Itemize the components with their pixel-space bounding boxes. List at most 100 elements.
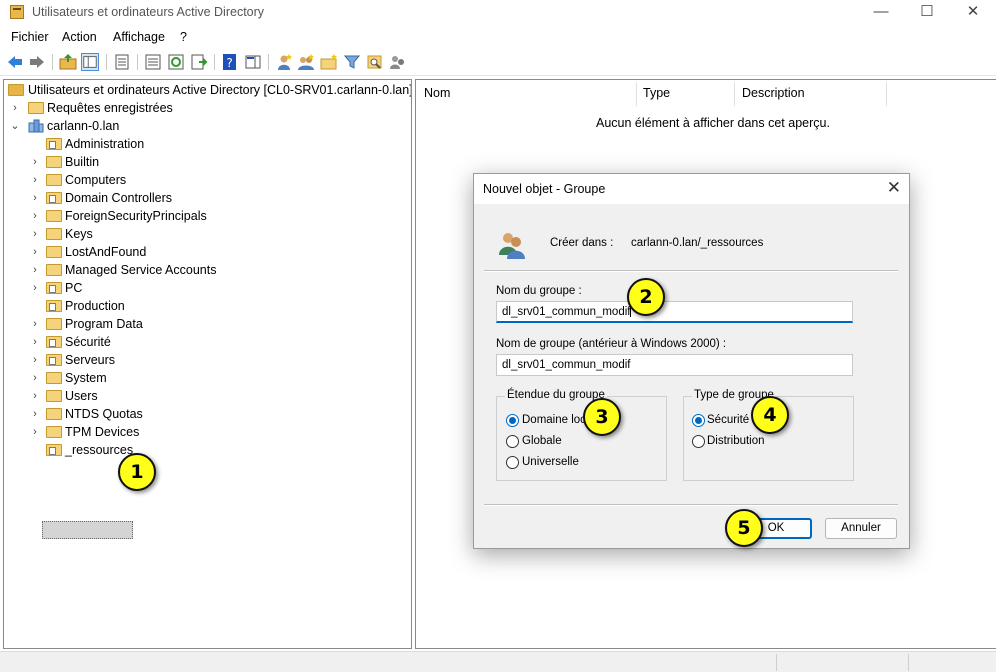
chevron-right-icon[interactable]: › xyxy=(30,333,40,351)
chevron-right-icon[interactable]: › xyxy=(30,189,40,207)
chevron-right-icon[interactable]: › xyxy=(30,351,40,369)
refresh-icon[interactable] xyxy=(167,53,185,71)
pre2000-name-label: Nom de groupe (antérieur à Windows 2000)… xyxy=(496,338,727,350)
chevron-right-icon[interactable]: › xyxy=(30,315,40,333)
tree-item-saved-queries[interactable]: › Requêtes enregistrées xyxy=(8,99,308,117)
folder-icon xyxy=(46,246,62,258)
new-ou-icon[interactable] xyxy=(320,53,338,71)
ou-folder-icon xyxy=(46,300,62,312)
chevron-right-icon[interactable]: › xyxy=(30,153,40,171)
menu-fichier[interactable]: Fichier xyxy=(11,30,49,44)
group-scope-title: Étendue du groupe xyxy=(505,389,607,401)
scope-global-radio[interactable] xyxy=(506,435,519,448)
tree-item-label: Serveurs xyxy=(65,353,116,367)
tree-item-ntds-quotas[interactable]: › NTDS Quotas xyxy=(28,405,328,423)
group-name-value: dl_srv01_commun_modif xyxy=(502,306,631,318)
tree-item-label: Domain Controllers xyxy=(65,191,172,205)
tree-item-builtin[interactable]: › Builtin xyxy=(28,153,328,171)
tree-item-domain-controllers[interactable]: › Domain Controllers xyxy=(28,189,328,207)
filter-icon[interactable] xyxy=(343,53,361,71)
tree-item-domain[interactable]: ⌄ carlann-0.lan xyxy=(8,117,308,135)
dialog-body: Créer dans : carlann-0.lan/_ressources N… xyxy=(474,204,909,548)
tree-item-tpm-devices[interactable]: › TPM Devices xyxy=(28,423,328,441)
type-security-label[interactable]: Sécurité xyxy=(707,414,749,426)
tree-item-computers[interactable]: › Computers xyxy=(28,171,328,189)
new-group-icon[interactable] xyxy=(297,53,315,71)
column-header-nom[interactable]: Nom xyxy=(424,84,450,106)
tree-item-ressources[interactable]: _ressources xyxy=(28,441,328,459)
tree-item-production[interactable]: Production xyxy=(28,297,328,315)
help-icon[interactable]: ? xyxy=(221,53,239,71)
up-folder-icon[interactable] xyxy=(59,53,77,71)
folder-icon xyxy=(28,102,44,114)
tree-item-administration[interactable]: Administration xyxy=(28,135,328,153)
callout-1: 1 xyxy=(118,453,156,491)
dialog-close-icon[interactable]: ✕ xyxy=(887,178,901,198)
tree-item-label: Computers xyxy=(65,173,127,187)
action-pane-icon[interactable] xyxy=(244,53,262,71)
tree-item-program-data[interactable]: › Program Data xyxy=(28,315,328,333)
group-name-field[interactable]: dl_srv01_commun_modif xyxy=(496,301,853,323)
tree-root[interactable]: Utilisateurs et ordinateurs Active Direc… xyxy=(8,81,411,99)
properties-icon[interactable] xyxy=(113,53,131,71)
tree-item-lostandfound[interactable]: › LostAndFound xyxy=(28,243,328,261)
tree-item-users[interactable]: › Users xyxy=(28,387,328,405)
tree-item-label: TPM Devices xyxy=(65,425,140,439)
column-header-type[interactable]: Type xyxy=(643,84,670,106)
find-icon[interactable] xyxy=(366,53,384,71)
scope-global-label[interactable]: Globale xyxy=(522,435,562,447)
chevron-right-icon[interactable]: › xyxy=(30,207,40,225)
new-user-icon[interactable] xyxy=(275,53,293,71)
ou-folder-icon xyxy=(46,138,62,150)
tree-item-foreignsecurityprincipals[interactable]: › ForeignSecurityPrincipals xyxy=(28,207,328,225)
forward-arrow-icon[interactable] xyxy=(28,53,46,71)
type-distribution-label[interactable]: Distribution xyxy=(707,435,765,447)
chevron-right-icon[interactable]: › xyxy=(30,423,40,441)
type-security-radio[interactable] xyxy=(692,414,705,427)
domain-icon xyxy=(28,119,44,133)
tree-item-label: Sécurité xyxy=(65,335,111,349)
pre2000-name-field[interactable]: dl_srv01_commun_modif xyxy=(496,354,853,376)
back-arrow-icon[interactable] xyxy=(6,53,24,71)
export-icon[interactable] xyxy=(190,53,208,71)
chevron-right-icon[interactable]: › xyxy=(30,279,40,297)
menu-action[interactable]: Action xyxy=(62,30,97,44)
tree-item-managed-service-accounts[interactable]: › Managed Service Accounts xyxy=(28,261,328,279)
minimize-button[interactable]: — xyxy=(858,0,904,24)
chevron-right-icon[interactable]: › xyxy=(30,369,40,387)
ou-folder-icon xyxy=(46,192,62,204)
console-tree-icon[interactable] xyxy=(81,53,99,71)
chevron-right-icon[interactable]: › xyxy=(30,261,40,279)
type-distribution-radio[interactable] xyxy=(692,435,705,448)
tree-item-securite[interactable]: › Sécurité xyxy=(28,333,328,351)
tree-item-keys[interactable]: › Keys xyxy=(28,225,328,243)
chevron-right-icon[interactable]: › xyxy=(30,225,40,243)
menu-affichage[interactable]: Affichage xyxy=(113,30,165,44)
dialog-title-bar: Nouvel objet - Groupe ✕ xyxy=(474,174,909,204)
new-group-dialog: Nouvel objet - Groupe ✕ Créer dans : car… xyxy=(473,173,910,549)
list-icon[interactable] xyxy=(144,53,162,71)
cancel-button[interactable]: Annuler xyxy=(825,518,897,539)
scope-universal-radio[interactable] xyxy=(506,456,519,469)
scope-domain-local-radio[interactable] xyxy=(506,414,519,427)
chevron-down-icon[interactable]: ⌄ xyxy=(10,117,20,135)
tree-item-system[interactable]: › System xyxy=(28,369,328,387)
chevron-right-icon[interactable]: › xyxy=(30,243,40,261)
tree-item-pc[interactable]: › PC xyxy=(28,279,328,297)
menu-help[interactable]: ? xyxy=(180,30,187,44)
close-button[interactable]: ✕ xyxy=(950,0,996,24)
chevron-right-icon[interactable]: › xyxy=(10,99,20,117)
column-header-description[interactable]: Description xyxy=(742,84,805,106)
tree-item-label: ForeignSecurityPrincipals xyxy=(65,209,207,223)
folder-icon xyxy=(46,210,62,222)
scope-universal-label[interactable]: Universelle xyxy=(522,456,579,468)
dialog-title: Nouvel objet - Groupe xyxy=(483,182,606,196)
ou-folder-icon xyxy=(46,336,62,348)
chevron-right-icon[interactable]: › xyxy=(30,171,40,189)
delegate-icon[interactable] xyxy=(389,53,407,71)
chevron-right-icon[interactable]: › xyxy=(30,387,40,405)
tree-item-serveurs[interactable]: › Serveurs xyxy=(28,351,328,369)
chevron-right-icon[interactable]: › xyxy=(30,405,40,423)
tree-item-label: Program Data xyxy=(65,317,143,331)
maximize-button[interactable]: ☐ xyxy=(904,0,950,24)
